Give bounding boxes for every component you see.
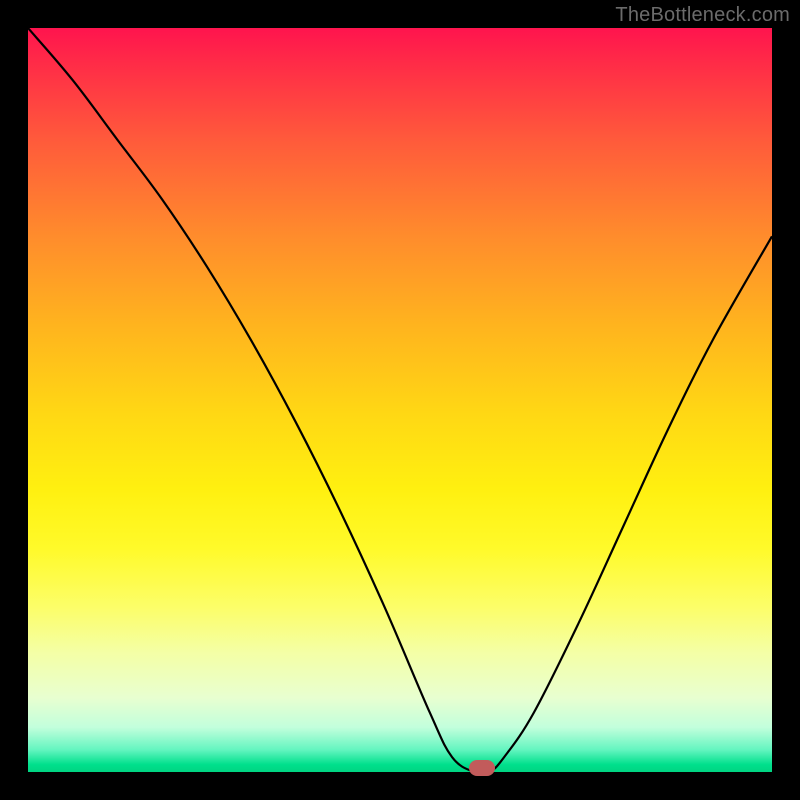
plot-area [28,28,772,772]
min-marker [469,760,495,776]
curve-layer [28,28,772,772]
bottleneck-curve [28,28,772,772]
watermark-text: TheBottleneck.com [615,4,790,27]
chart-frame: TheBottleneck.com [0,0,800,800]
